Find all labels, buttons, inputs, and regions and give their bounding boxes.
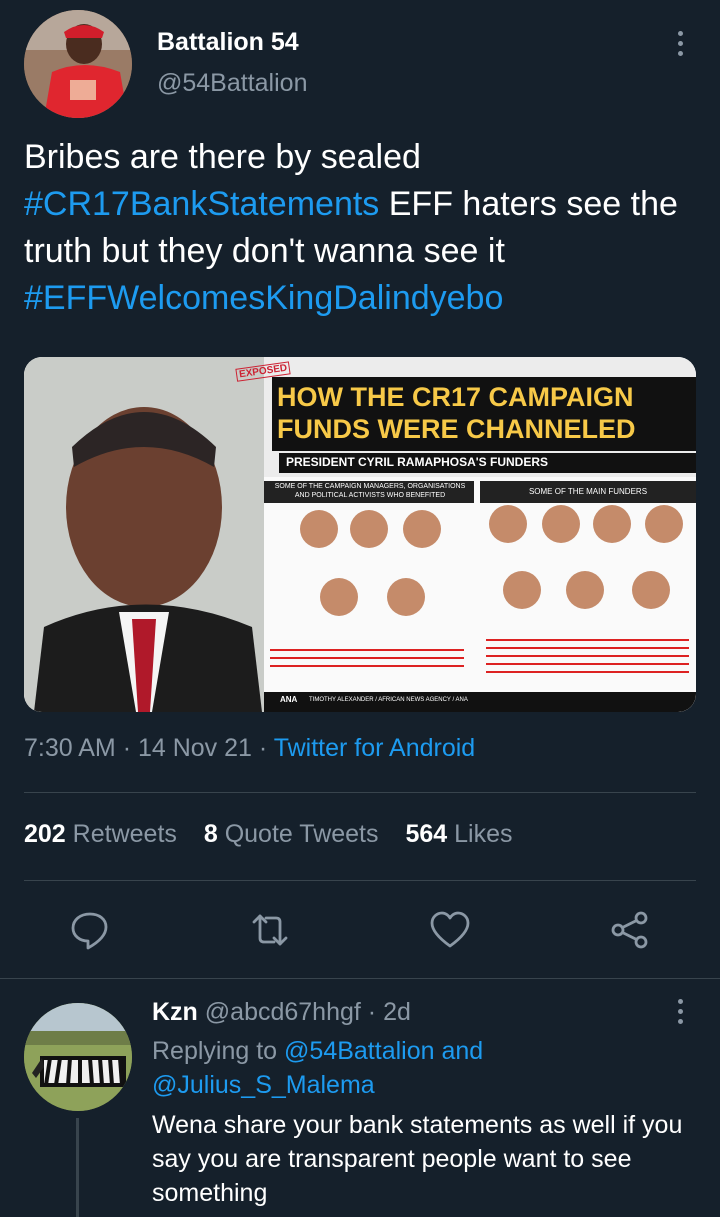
mention-link[interactable]: @54Battalion [284, 1037, 434, 1065]
reply-age[interactable]: 2d [383, 998, 411, 1026]
tweet-stats: 202 Retweets 8 Quote Tweets 564 Likes [24, 820, 533, 849]
reply-author-name[interactable]: Kzn [152, 998, 198, 1026]
reply-header: Kzn @abcd67hhgf · 2d [152, 998, 411, 1026]
retweets-stat[interactable]: 202 Retweets [24, 820, 177, 848]
likes-label: Likes [454, 820, 513, 848]
retweets-count: 202 [24, 820, 66, 848]
author-avatar[interactable] [24, 10, 132, 118]
mention-link[interactable]: @Julius_S_Malema [152, 1071, 375, 1099]
tweet-date[interactable]: 14 Nov 21 [138, 734, 252, 762]
replying-prefix: Replying to [152, 1037, 285, 1065]
more-vertical-icon[interactable] [668, 996, 692, 1026]
hashtag-link[interactable]: #CR17BankStatements [24, 185, 379, 223]
tweet-media-image[interactable]: EXPOSED HOW THE CR17 CAMPAIGN FUNDS WERE… [24, 357, 696, 712]
quotes-count: 8 [203, 820, 218, 848]
infographic-headline: HOW THE CR17 CAMPAIGN FUNDS WERE CHANNEL… [277, 381, 693, 445]
tweet-meta: 7:30 AM · 14 Nov 21 · Twitter for Androi… [24, 734, 476, 762]
tweet-text: Bribes are there by sealed #CR17BankStat… [24, 134, 696, 322]
hashtag-link[interactable]: #EFFWelcomesKingDalindyebo [24, 279, 503, 317]
reply-icon[interactable] [68, 908, 112, 952]
divider [0, 978, 720, 979]
quote-tweets-stat[interactable]: 8 Quote Tweets [204, 820, 379, 848]
retweet-icon[interactable] [248, 908, 292, 952]
divider [24, 792, 696, 793]
right-panel-title: SOME OF THE MAIN FUNDERS [528, 487, 648, 496]
author-handle[interactable]: @54Battalion [157, 69, 307, 98]
reply-text: Wena share your bank statements as well … [152, 1111, 683, 1207]
left-panel-title: SOME OF THE CAMPAIGN MANAGERS, ORGANISAT… [274, 483, 466, 499]
replying-to: Replying to @54Battalion and @Julius_S_M… [152, 1034, 672, 1102]
divider [24, 880, 696, 881]
agency-logo: ANA [280, 695, 298, 704]
headline-line: HOW THE CR17 CAMPAIGN [277, 382, 634, 412]
author-name[interactable]: Battalion 54 [157, 28, 299, 57]
tweet-source[interactable]: Twitter for Android [274, 734, 475, 762]
share-icon[interactable] [608, 908, 652, 952]
more-vertical-icon[interactable] [668, 28, 692, 58]
photo-credit: TIMOTHY ALEXANDER / AFRICAN NEWS AGENCY … [309, 697, 468, 703]
infographic-subtitle: PRESIDENT CYRIL RAMAPHOSA'S FUNDERS [286, 455, 548, 469]
likes-count: 564 [405, 820, 448, 848]
quotes-label: Quote Tweets [224, 820, 379, 848]
likes-stat[interactable]: 564 Likes [405, 820, 512, 848]
tweet-time[interactable]: 7:30 AM [24, 734, 116, 762]
heart-icon[interactable] [428, 908, 472, 952]
and-word: and [434, 1037, 484, 1065]
thread-line [76, 1118, 79, 1217]
tweet-text-part: Bribes are there by sealed [24, 138, 421, 176]
reply-author-avatar[interactable] [24, 1003, 132, 1111]
reply-author-handle[interactable]: @abcd67hhgf [205, 998, 361, 1026]
retweets-label: Retweets [72, 820, 177, 848]
headline-line: FUNDS WERE CHANNELED [277, 414, 636, 444]
